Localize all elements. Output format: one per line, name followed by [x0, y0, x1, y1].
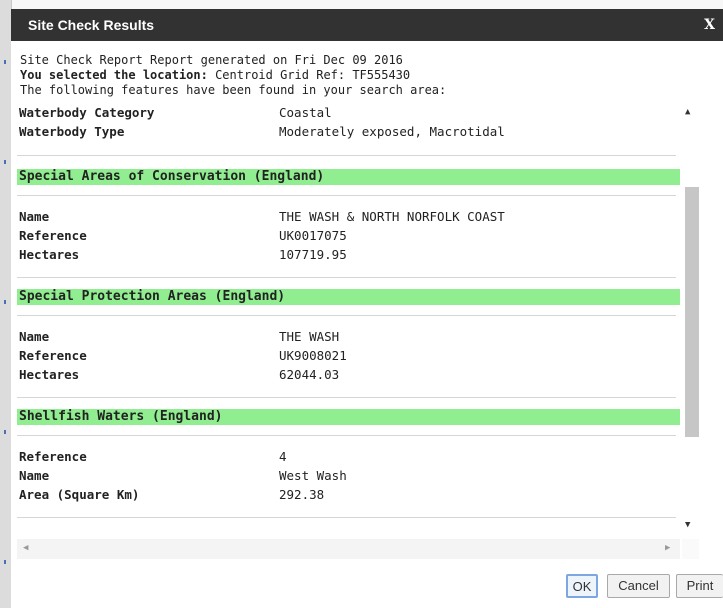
close-icon[interactable]: X	[704, 17, 715, 33]
field-value: West Wash	[279, 468, 347, 483]
field-value: UK0017075	[279, 228, 347, 243]
dialog-titlebar[interactable]: Site Check Results X	[11, 9, 723, 41]
result-row: Reference 4	[17, 447, 680, 466]
ok-button[interactable]: OK	[566, 574, 598, 598]
field-label: Waterbody Type	[19, 124, 125, 139]
dialog-title: Site Check Results	[28, 17, 155, 33]
result-row: Name THE WASH & NORTH NORFOLK COAST	[17, 207, 680, 226]
field-label: Reference	[19, 228, 87, 243]
result-row: Hectares 107719.95	[17, 245, 680, 264]
result-row: Reference UK9008021	[17, 346, 680, 365]
field-label: Area (Square Km)	[19, 487, 140, 502]
scroll-left-icon[interactable]: ◀	[23, 543, 28, 553]
edge-mark	[4, 60, 6, 64]
field-label: Name	[19, 468, 50, 483]
result-row: Hectares 62044.03	[17, 365, 680, 384]
scroll-up-icon[interactable]: ▲	[685, 107, 690, 117]
field-label: Hectares	[19, 247, 80, 262]
field-value: 107719.95	[279, 247, 347, 262]
field-label: Hectares	[19, 367, 80, 382]
selected-location-value: Centroid Grid Ref: TF555430	[207, 68, 411, 82]
field-value: UK9008021	[279, 348, 347, 363]
edge-mark	[4, 560, 6, 564]
dialog-body: Site Check Report Report generated on Fr…	[11, 41, 723, 608]
field-label: Name	[19, 329, 50, 344]
scrollbar-corner	[682, 539, 699, 559]
selected-location: You selected the location: Centroid Grid…	[20, 68, 446, 83]
edge-mark	[4, 430, 6, 434]
vertical-scrollbar-thumb[interactable]	[685, 187, 699, 437]
results-scroll-area[interactable]: Waterbody Category Coastal Waterbody Typ…	[17, 103, 680, 528]
field-label: Reference	[19, 449, 87, 464]
field-value: THE WASH	[279, 329, 340, 344]
vertical-scrollbar[interactable]: ▲ ▼	[682, 103, 699, 530]
section-header-spa: Special Protection Areas (England)	[17, 289, 680, 305]
field-label: Reference	[19, 348, 87, 363]
field-value: 292.38	[279, 487, 325, 502]
divider	[17, 517, 676, 518]
print-button[interactable]: Print	[676, 574, 723, 598]
field-value: 62044.03	[279, 367, 340, 382]
field-label: Name	[19, 209, 50, 224]
cancel-button[interactable]: Cancel	[607, 574, 670, 598]
field-value: Coastal	[279, 105, 332, 120]
scroll-down-icon[interactable]: ▼	[685, 520, 690, 530]
horizontal-scrollbar[interactable]: ◀ ▶	[17, 539, 680, 559]
result-row: Waterbody Category Coastal	[17, 103, 680, 122]
result-row: Area (Square Km) 292.38	[17, 485, 680, 504]
edge-mark	[4, 300, 6, 304]
section-header-shellfish: Shellfish Waters (England)	[17, 409, 680, 425]
result-row: Name West Wash	[17, 466, 680, 485]
result-row: Waterbody Type Moderately exposed, Macro…	[17, 122, 680, 141]
field-value: 4	[279, 449, 287, 464]
field-value: Moderately exposed, Macrotidal	[279, 124, 505, 139]
result-row: Name THE WASH	[17, 327, 680, 346]
features-found-text: The following features have been found i…	[20, 83, 447, 97]
report-generated-text: Site Check Report Report generated on Fr…	[20, 53, 403, 67]
selected-location-label: You selected the location:	[20, 68, 208, 82]
report-intro: Site Check Report Report generated on Fr…	[20, 53, 446, 98]
field-value: THE WASH & NORTH NORFOLK COAST	[279, 209, 505, 224]
field-label: Waterbody Category	[19, 105, 155, 120]
result-row: Reference UK0017075	[17, 226, 680, 245]
section-header-sac: Special Areas of Conservation (England)	[17, 169, 680, 185]
scroll-right-icon[interactable]: ▶	[665, 543, 670, 553]
edge-mark	[4, 160, 6, 164]
